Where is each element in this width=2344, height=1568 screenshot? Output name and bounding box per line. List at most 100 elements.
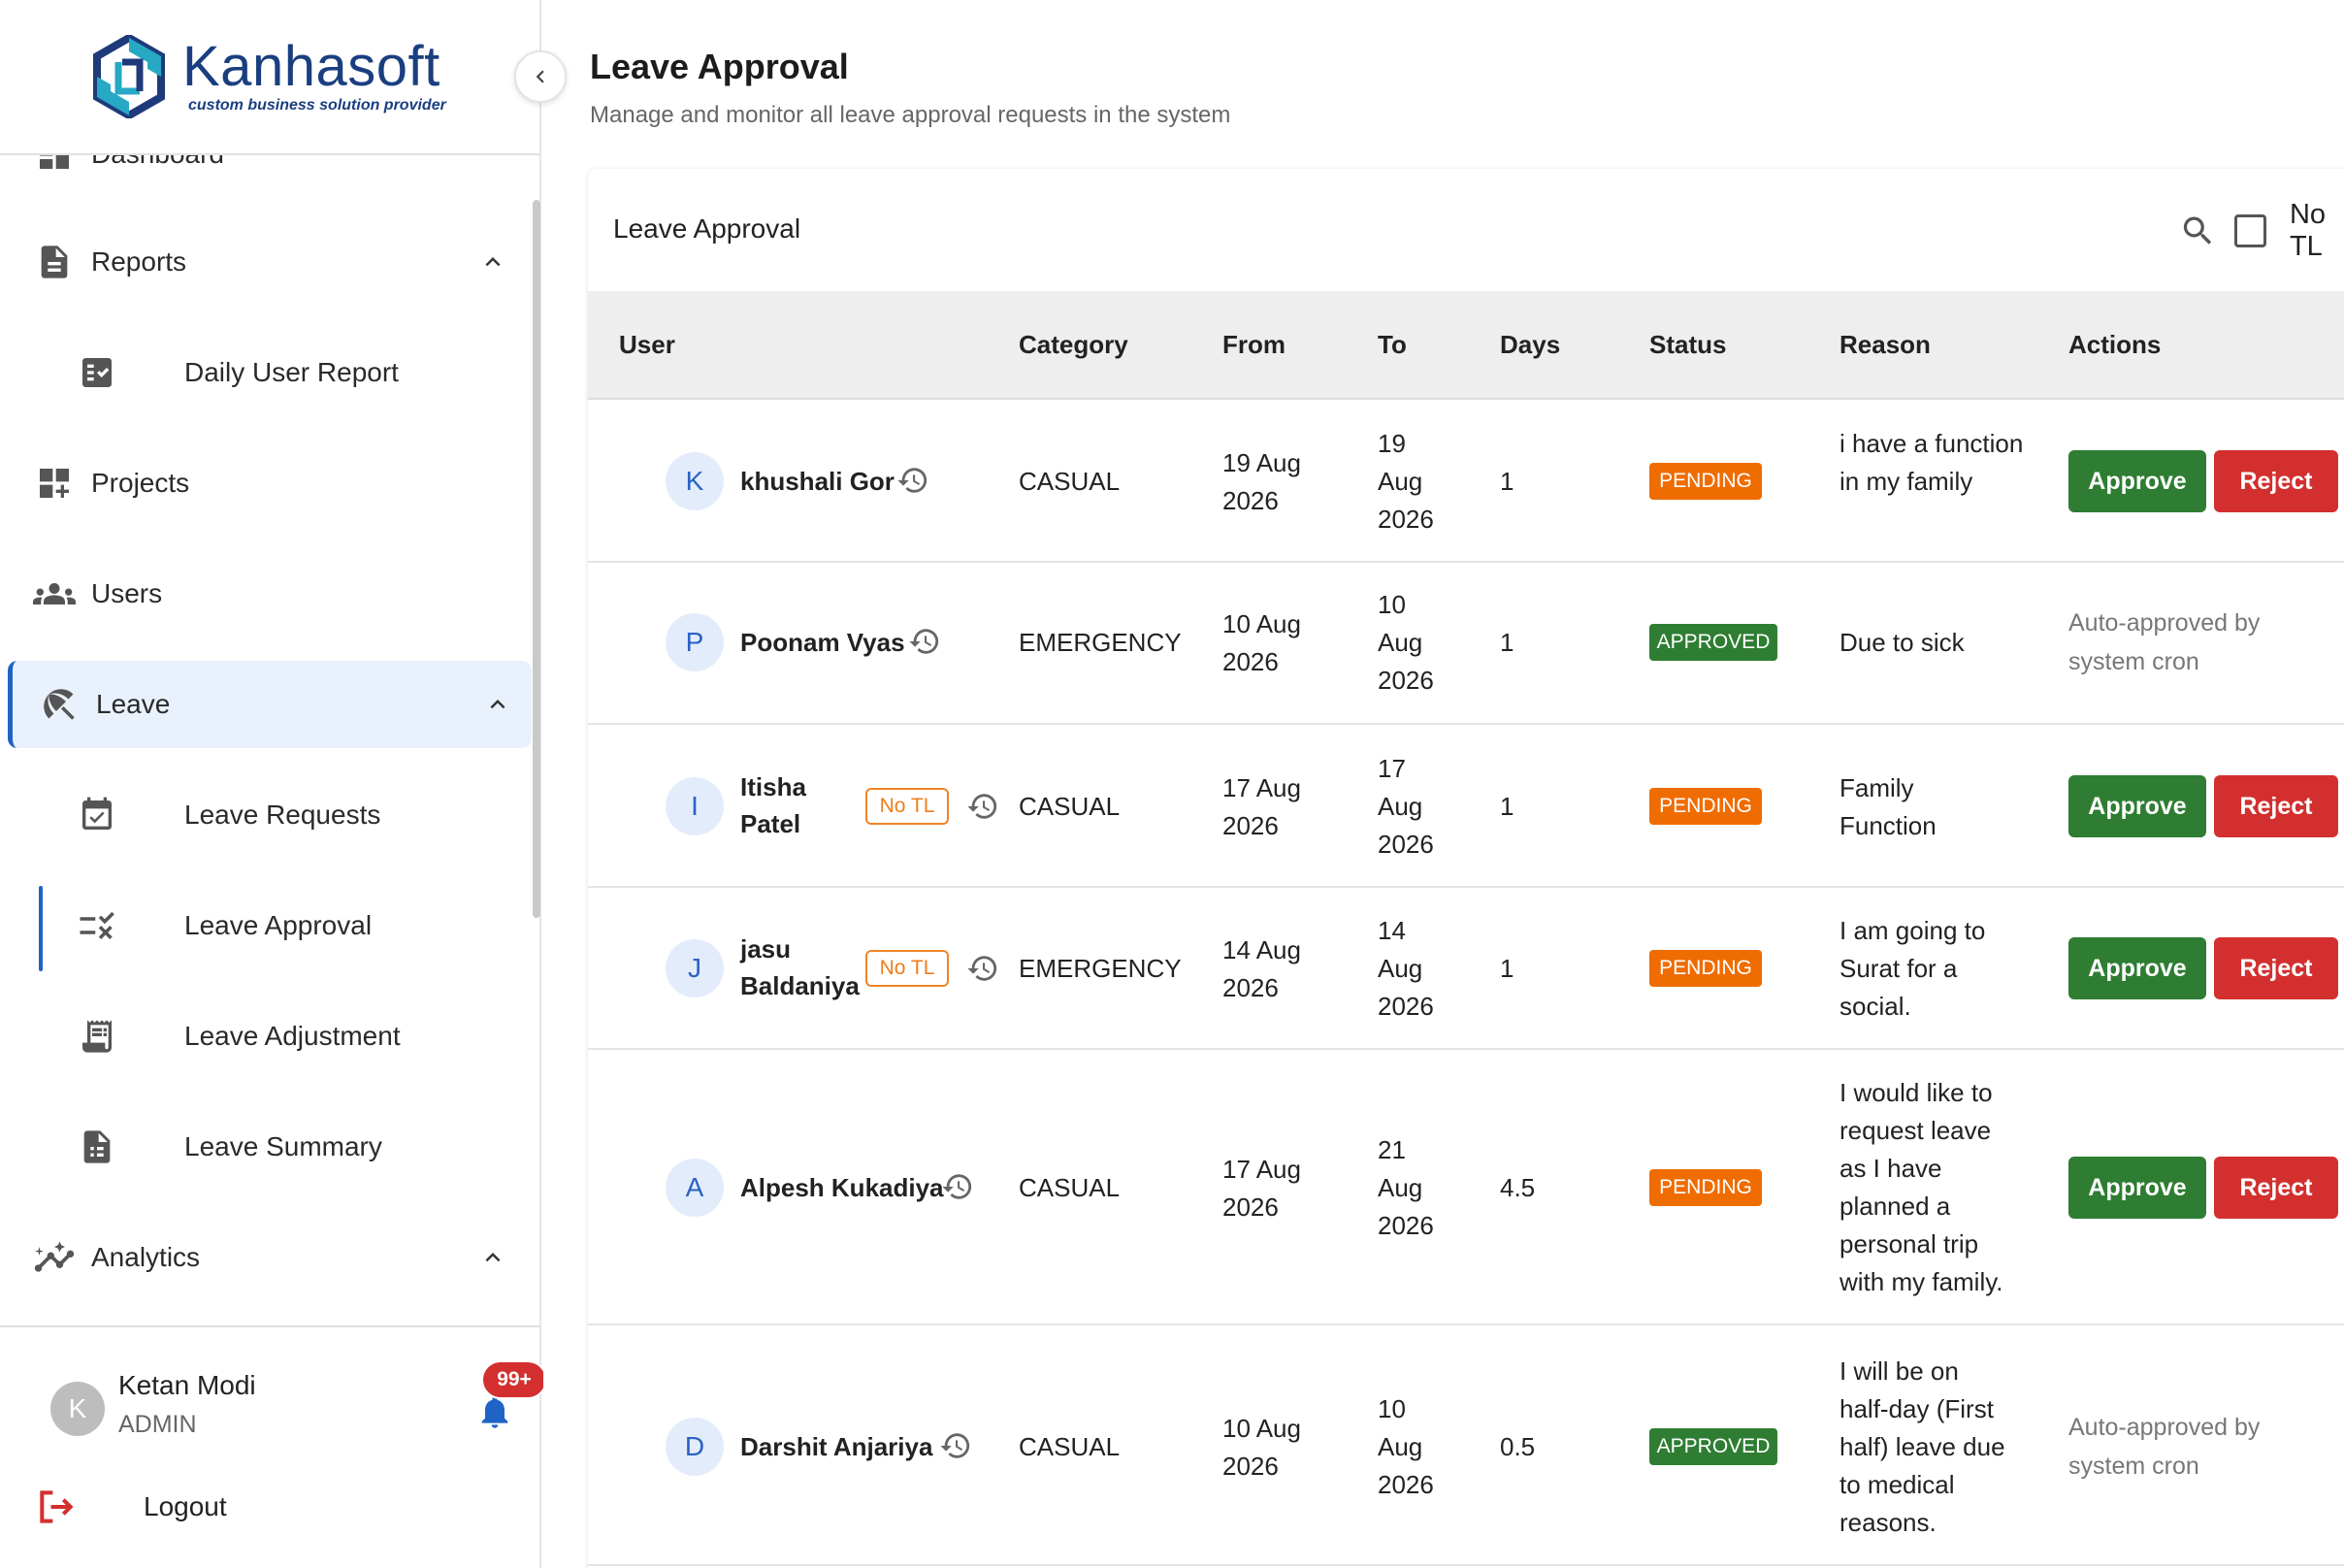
- sidebar: Kanhasoft custom business solution provi…: [0, 0, 547, 1568]
- from-date-cell: 19 Aug 2026: [1222, 448, 1301, 515]
- logout-label: Logout: [144, 1491, 227, 1521]
- sidebar-item-label: Daily User Report: [184, 357, 399, 387]
- search-icon[interactable]: [2179, 212, 2217, 250]
- from-date-cell: 17 Aug 2026: [1222, 1155, 1301, 1222]
- card-toolbar: No TL: [2179, 199, 2344, 262]
- notification-count-badge: 99+: [481, 1360, 547, 1399]
- dashboard-icon: [31, 155, 78, 178]
- sidebar-item-label: Leave Approval: [184, 910, 373, 940]
- group-icon: [31, 571, 78, 617]
- sidebar-collapse-button[interactable]: [514, 50, 567, 103]
- user-name: Ketan Modi: [118, 1370, 256, 1400]
- avatar: P: [666, 613, 724, 671]
- user-name: Alpesh Kukadiya: [740, 1173, 944, 1202]
- brand-logo[interactable]: Kanhasoft custom business solution provi…: [93, 35, 446, 118]
- category-cell: EMERGENCY: [1019, 954, 1182, 983]
- reason-cell: Family Function: [1839, 773, 1937, 840]
- kanhasoft-logo-icon: [93, 35, 165, 118]
- sidebar-item-label: Leave Summary: [184, 1131, 382, 1161]
- summary-doc-icon: [74, 1124, 120, 1170]
- main-content: Leave Approval Manage and monitor all le…: [543, 0, 2344, 1568]
- brand-tagline: custom business solution provider: [188, 97, 446, 114]
- approve-button[interactable]: Approve: [2068, 775, 2206, 837]
- reject-button[interactable]: Reject: [2214, 775, 2338, 837]
- document-icon: [31, 239, 78, 285]
- sidebar-item-label: Analytics: [91, 1242, 201, 1272]
- reason-cell: I would like to request leave as I have …: [1839, 1078, 2003, 1296]
- approve-button[interactable]: Approve: [2068, 937, 2206, 999]
- sidebar-item-projects[interactable]: Projects: [0, 440, 534, 527]
- sidebar-item-leave-approval[interactable]: Leave Approval: [0, 882, 534, 971]
- sidebar-item-leave-summary[interactable]: Leave Summary: [0, 1103, 534, 1191]
- table-row: D Darshit Anjariya CASUAL 10 Aug 2026 10…: [588, 1325, 2344, 1566]
- sidebar-scrollbar[interactable]: [533, 200, 540, 918]
- checklist-icon: [74, 349, 120, 396]
- reject-button[interactable]: Reject: [2214, 450, 2338, 512]
- user-name: Poonam Vyas: [740, 628, 905, 657]
- page-subtitle: Manage and monitor all leave approval re…: [590, 102, 1231, 128]
- avatar: D: [666, 1418, 724, 1476]
- sidebar-item-daily-user-report[interactable]: Daily User Report: [0, 329, 534, 416]
- status-badge: APPROVED: [1649, 624, 1777, 661]
- category-cell: CASUAL: [1019, 1173, 1121, 1202]
- logout-button[interactable]: Logout: [35, 1479, 423, 1535]
- column-header-user[interactable]: User: [619, 330, 675, 360]
- avatar: I: [666, 777, 724, 835]
- sidebar-item-users[interactable]: Users: [0, 550, 534, 637]
- page-title: Leave Approval: [590, 47, 849, 86]
- reason-cell: I am going to Surat for a social.: [1839, 916, 1986, 1021]
- dashboard-add-icon: [31, 460, 78, 506]
- receipt-icon: [74, 1013, 120, 1060]
- chevron-up-icon[interactable]: [475, 1240, 510, 1275]
- column-header-category[interactable]: Category: [1019, 330, 1128, 360]
- history-icon[interactable]: [908, 625, 941, 658]
- approve-button[interactable]: Approve: [2068, 450, 2206, 512]
- no-tl-checkbox[interactable]: [2233, 214, 2266, 247]
- user-name: khushali Gor: [740, 467, 895, 496]
- status-badge: PENDING: [1649, 788, 1762, 825]
- sidebar-item-leave[interactable]: Leave: [8, 661, 532, 748]
- to-date-cell: 10 Aug 2026: [1378, 1394, 1434, 1499]
- sidebar-item-leave-adjustment[interactable]: Leave Adjustment: [0, 993, 534, 1080]
- to-date-cell: 10 Aug 2026: [1378, 590, 1434, 695]
- sidebar-item-dashboard[interactable]: Dashboard: [0, 155, 534, 198]
- history-icon[interactable]: [966, 952, 999, 985]
- sidebar-item-reports[interactable]: Reports: [0, 218, 534, 306]
- from-date-cell: 17 Aug 2026: [1222, 773, 1301, 840]
- column-header-days[interactable]: Days: [1500, 330, 1560, 360]
- sidebar-item-leave-requests[interactable]: Leave Requests: [0, 771, 534, 859]
- status-badge: PENDING: [1649, 1169, 1762, 1206]
- days-cell: 1: [1500, 792, 1514, 821]
- calendar-check-icon: [74, 792, 120, 838]
- column-header-status[interactable]: Status: [1649, 330, 1726, 360]
- column-header-from[interactable]: From: [1222, 330, 1286, 360]
- to-date-cell: 19 Aug 2026: [1378, 429, 1434, 534]
- history-icon[interactable]: [966, 790, 999, 823]
- column-header-reason[interactable]: Reason: [1839, 330, 1931, 360]
- approve-button[interactable]: Approve: [2068, 1157, 2206, 1219]
- card-title: Leave Approval: [613, 213, 801, 244]
- history-icon[interactable]: [941, 1170, 974, 1203]
- leave-approval-card: Leave Approval No TL User Category From …: [588, 169, 2344, 1568]
- days-cell: 1: [1500, 467, 1514, 496]
- category-cell: CASUAL: [1019, 792, 1121, 821]
- history-icon[interactable]: [939, 1429, 972, 1462]
- table-row: K khushali Gor CASUAL 19 Aug 2026 19 Aug…: [588, 400, 2344, 563]
- history-icon[interactable]: [896, 464, 929, 497]
- from-date-cell: 14 Aug 2026: [1222, 935, 1301, 1002]
- reason-cell: i have a function in my family: [1839, 429, 2024, 496]
- reject-button[interactable]: Reject: [2214, 1157, 2338, 1219]
- user-profile[interactable]: K Ketan Modi ADMIN: [50, 1370, 536, 1448]
- sidebar-divider-bottom: [0, 1325, 541, 1327]
- sidebar-item-analytics[interactable]: Analytics: [0, 1214, 534, 1301]
- no-tl-filter-label: No TL: [2289, 199, 2327, 262]
- rule-icon: [74, 902, 120, 949]
- avatar: K: [50, 1382, 105, 1436]
- sidebar-nav: Dashboard Reports Daily User Report: [0, 155, 541, 1325]
- column-header-to[interactable]: To: [1378, 330, 1407, 360]
- chevron-up-icon[interactable]: [475, 245, 510, 279]
- user-name: jasu Baldaniya: [740, 934, 860, 1000]
- reject-button[interactable]: Reject: [2214, 937, 2338, 999]
- chevron-up-icon[interactable]: [480, 687, 515, 722]
- table-row: I Itisha Patel No TL CASUAL 17 Aug 2026 …: [588, 725, 2344, 888]
